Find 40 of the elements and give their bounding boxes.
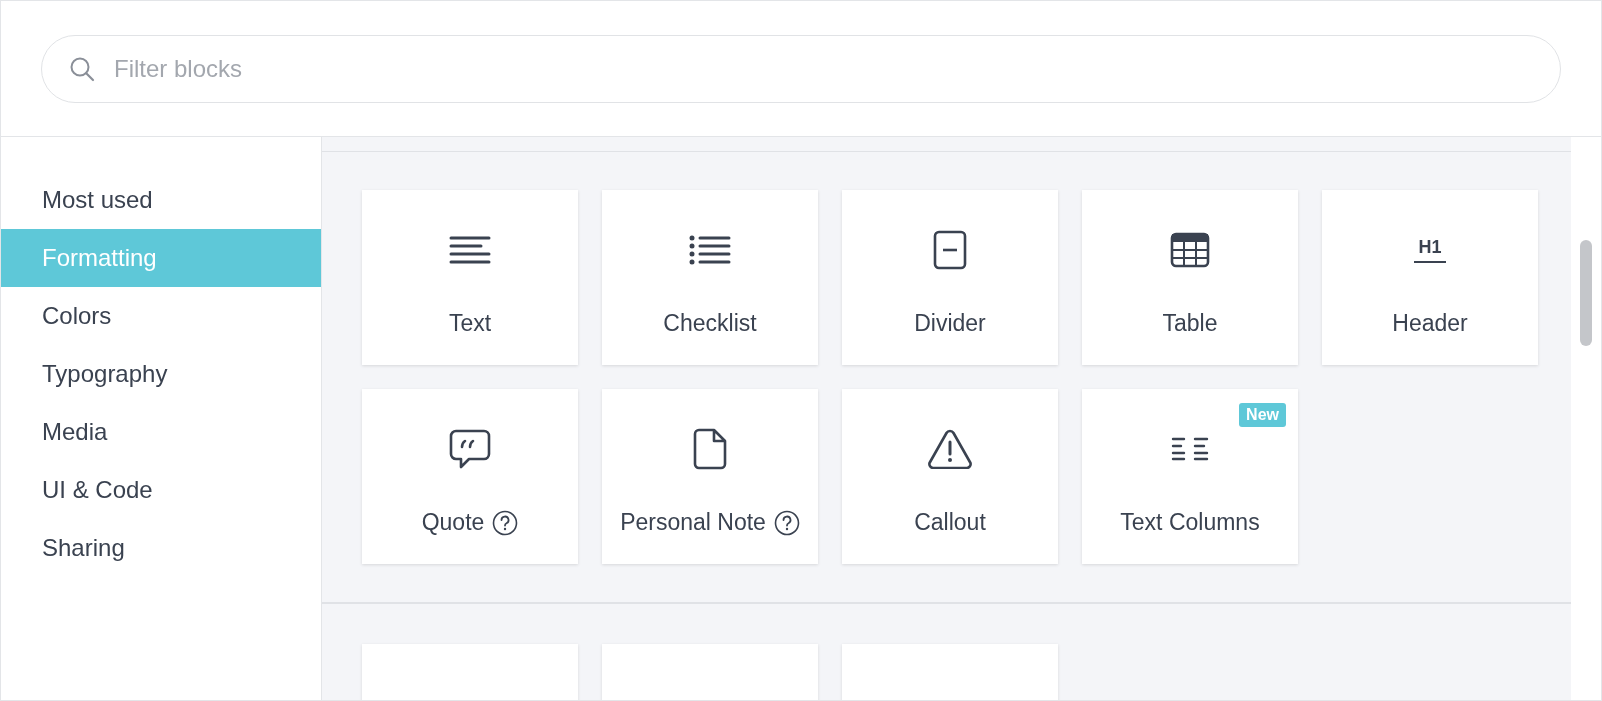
table-icon xyxy=(1170,232,1210,268)
block-tile[interactable]: Checklist xyxy=(602,190,818,365)
help-icon[interactable] xyxy=(773,509,800,536)
sidebar-item[interactable]: Media xyxy=(1,403,321,461)
sidebar-item[interactable]: Sharing xyxy=(1,519,321,577)
sidebar-item[interactable]: Most used xyxy=(1,171,321,229)
sidebar-item[interactable]: Colors xyxy=(1,287,321,345)
scrollbar-thumb[interactable] xyxy=(1580,240,1592,346)
block-label: Table xyxy=(1162,310,1218,337)
search-field[interactable]: Filter blocks xyxy=(41,35,1561,103)
block-label: Callout xyxy=(914,509,986,536)
block-label: Text Columns xyxy=(1120,509,1260,536)
block-tile[interactable]: Divider xyxy=(842,190,1058,365)
list-icon xyxy=(689,235,731,265)
block-label: Personal Note xyxy=(620,509,766,536)
block-label: Checklist xyxy=(663,310,757,337)
align-left-icon xyxy=(449,235,491,265)
block-tile[interactable] xyxy=(842,644,1058,700)
block-tile[interactable]: H1 Header xyxy=(1322,190,1538,365)
block-tile[interactable]: Text xyxy=(362,190,578,365)
block-tile[interactable] xyxy=(602,644,818,700)
sidebar-item[interactable]: UI & Code xyxy=(1,461,321,519)
document-icon xyxy=(693,428,727,470)
columns-icon xyxy=(1171,437,1209,461)
block-tile[interactable]: New Text Columns xyxy=(1082,389,1298,564)
block-tile[interactable] xyxy=(362,644,578,700)
block-tile[interactable]: Quote xyxy=(362,389,578,564)
block-label: Quote xyxy=(421,509,485,536)
new-badge: New xyxy=(1239,403,1286,427)
speech-bubble-icon xyxy=(449,429,491,469)
block-tile[interactable]: Table xyxy=(1082,190,1298,365)
search-icon xyxy=(69,56,95,82)
block-tile[interactable]: Callout xyxy=(842,389,1058,564)
warning-icon xyxy=(927,429,973,469)
block-label: Header xyxy=(1392,310,1468,337)
block-label: Divider xyxy=(914,310,986,337)
block-label: Text xyxy=(448,310,492,337)
block-tile[interactable]: Personal Note xyxy=(602,389,818,564)
help-icon[interactable] xyxy=(492,509,519,536)
sidebar-item[interactable]: Typography xyxy=(1,345,321,403)
